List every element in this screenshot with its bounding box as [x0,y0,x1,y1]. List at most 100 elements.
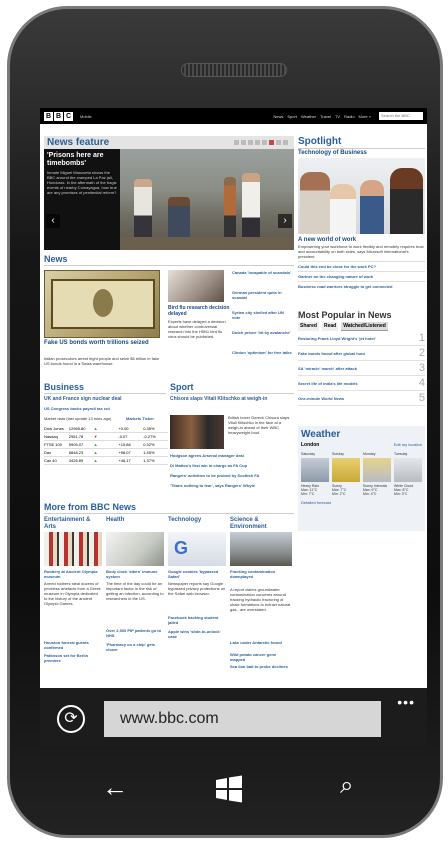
url-input[interactable]: www.bbc.com [104,701,381,737]
technology-link[interactable]: Apple wins 'slide-to-unlock' case [168,629,226,639]
science-link[interactable]: Wild potato cancer gene mapped [230,652,292,662]
market-value: 5905.07 [68,442,84,447]
list-item[interactable]: Fake bonds found after global hunt 2 [298,346,425,361]
edit-location-link[interactable]: Edit my location [394,442,422,448]
table-row[interactable]: Dow Jones 12965.80 ▲ +0.00 0.35% [44,425,168,433]
sport-link[interactable]: Di Matteo's first win in charge as FA Cu… [170,463,294,468]
list-item[interactable]: Restoring Frank Lloyd Wright's 'jet hote… [298,331,425,346]
browser-address-bar: ⟳ www.bbc.com ••• [40,688,427,746]
carousel-pager[interactable] [234,140,288,145]
table-row[interactable]: Cac 40 3426.89 ▲ +46.17 1.37% [44,457,168,465]
markets-ticker-link[interactable]: Markets Ticker [126,416,168,421]
business-section-title[interactable]: Business [44,382,84,392]
table-row[interactable]: Nasdaq 2951.78 ▼ -0.07 -0.27% [44,433,168,441]
back-arrow-icon[interactable]: ← [102,772,128,803]
news-lead-headline[interactable]: Fake US bonds worth trillions seized [44,340,162,347]
more-options-button[interactable]: ••• [397,694,415,710]
bird-flu-photo[interactable] [168,270,224,302]
table-row[interactable]: FTSE 100 5905.07 ▲ +15.86 0.32% [44,441,168,449]
popular-rank: 2 [418,347,425,359]
news-link[interactable]: Syrian city shelled after UN vote [232,310,292,320]
feature-headline[interactable]: 'Prisons here are timebombs' [47,152,117,168]
search-icon[interactable]: ⌕ [340,772,353,800]
business-lead-link[interactable]: UK and France sign nuclear deal [44,397,166,402]
nav-weather[interactable]: Weather [301,114,316,119]
sport-photo[interactable] [170,415,224,449]
table-row[interactable]: Dax 6848.23 ▲ +98.07 1.45% [44,449,168,457]
sport-link[interactable]: Hodgson agrees Arsenal manager deal [170,453,294,458]
list-item[interactable]: Secret life of India's life models 4 [298,376,425,391]
sport-lead-headline[interactable]: Chisora slaps Vitali Klitschko at weigh-… [170,397,292,402]
health-link[interactable]: Over 2,500 PIP patients go to NHS [106,628,164,638]
news-section-title[interactable]: News [44,254,68,264]
spotlight-subtitle[interactable]: Technology of Business [298,150,425,156]
news-second-headline[interactable]: Bird flu research decision delayed [168,305,230,317]
health-headline[interactable]: Body clock 'alters' immune system [106,569,164,579]
tab-watched-listened[interactable]: Watched/Listened [341,322,388,331]
sport-link[interactable]: Rangers' activities to be probed by Scot… [170,473,294,478]
column-heading-technology[interactable]: Technology [168,517,226,524]
science-headline[interactable]: Fracking contamination downplayed [230,569,292,579]
forecast-day[interactable]: Sunday Sunny Max: 7°C Min: 2°C [332,452,360,496]
technology-link[interactable]: Facebook hacking student jailed [168,615,226,625]
divider [44,513,294,514]
nav-travel[interactable]: Travel [320,114,331,119]
column-heading-science[interactable]: Science & Environment [230,517,294,531]
nav-news[interactable]: News [273,114,283,119]
forecast-day[interactable]: Monday Sunny Intervals Max: 9°C Min: 4°C [363,452,391,496]
most-popular-tabs: Shared Read Watched/Listened [298,322,425,331]
news-link[interactable]: Clinton 'optimism' for free talks [232,350,292,355]
weather-title[interactable]: Weather [301,429,422,440]
column-heading-entertainment[interactable]: Entertainment & Arts [44,517,102,531]
nav-tv[interactable]: TV [335,114,340,119]
entertainment-summary: Armed robbers steal dozens of priceless … [44,581,101,606]
nav-radio[interactable]: Radio [344,114,354,119]
windows-start-icon[interactable] [214,774,244,809]
science-link[interactable]: Lake under Antarctic found [230,640,292,645]
browser-viewport[interactable]: B B C Mobile News Sport Weather Travel T… [40,108,427,688]
health-summary: The time of the day could be an importan… [106,581,164,601]
news-link[interactable]: Canada 'incapable of scandals' [232,270,292,275]
science-link[interactable]: Sea lion bait to probe declines [230,664,292,669]
health-photo[interactable] [106,532,164,566]
health-link[interactable]: 'Pharmacy on a chip' gets closer [106,642,164,652]
nav-sport[interactable]: Sport [287,114,297,119]
science-photo[interactable] [230,532,292,566]
entertainment-headline[interactable]: Robbery at Ancient Olympia museum [44,569,102,579]
forecast-day[interactable]: Tuesday White Cloud Max: 8°C Min: 3°C [394,452,422,496]
detailed-forecast-link[interactable]: Detailed forecast [301,500,422,505]
carousel-prev-button[interactable]: ‹ [46,214,60,228]
refresh-icon[interactable]: ⟳ [57,705,85,733]
spotlight-headline[interactable]: A new world of work [298,237,425,243]
carousel-next-button[interactable]: › [278,214,292,228]
technology-photo[interactable]: G [168,532,226,566]
entertainment-photo[interactable] [44,532,102,566]
market-change: +98.07 [118,450,131,455]
spotlight-link[interactable]: Gartner on the changing nature of work [298,271,425,281]
tab-read[interactable]: Read [321,322,339,331]
bbc-search-input[interactable]: Search the BBC [379,112,423,120]
sport-link[interactable]: 'Titans nothing to fear', says Rangers' … [170,483,294,488]
spotlight-link[interactable]: Could this end be close for the work PC? [298,261,425,271]
technology-headline[interactable]: Google cookies 'bypassed Safari' [168,569,226,579]
feature-photo[interactable] [120,149,294,250]
spotlight-photo[interactable] [298,158,425,234]
fake-bonds-photo[interactable] [44,270,160,338]
tab-shared[interactable]: Shared [298,322,319,331]
list-item[interactable]: SA 'miracle' march' after attack 3 [298,361,425,376]
nav-more[interactable]: More » [359,114,371,119]
column-heading-health[interactable]: Health [106,517,164,524]
more-from-title[interactable]: More from BBC News [44,502,136,512]
news-link[interactable]: German president quits in scandal [232,290,292,300]
bbc-logo[interactable]: B B C [44,111,73,121]
spotlight-title[interactable]: Spotlight [298,136,425,147]
entertainment-link[interactable]: Pattinson set for Berlin premiere [44,653,102,663]
news-feature-carousel[interactable]: News feature 'Prisons here are timebombs… [44,136,294,250]
spotlight-link[interactable]: Business road warriors struggle to get c… [298,281,425,291]
list-item[interactable]: One-minute World News 5 [298,391,425,406]
business-second-link[interactable]: US Congress backs payroll tax cut [44,406,166,411]
forecast-day[interactable]: Saturday Heavy Rain Max: 11°C Min: 7°C [301,452,329,496]
entertainment-link[interactable]: Houston funeral guests confirmed [44,640,102,650]
sport-section-title[interactable]: Sport [170,382,194,392]
news-link[interactable]: Dutch prince 'hit by avalanche' [232,330,292,335]
